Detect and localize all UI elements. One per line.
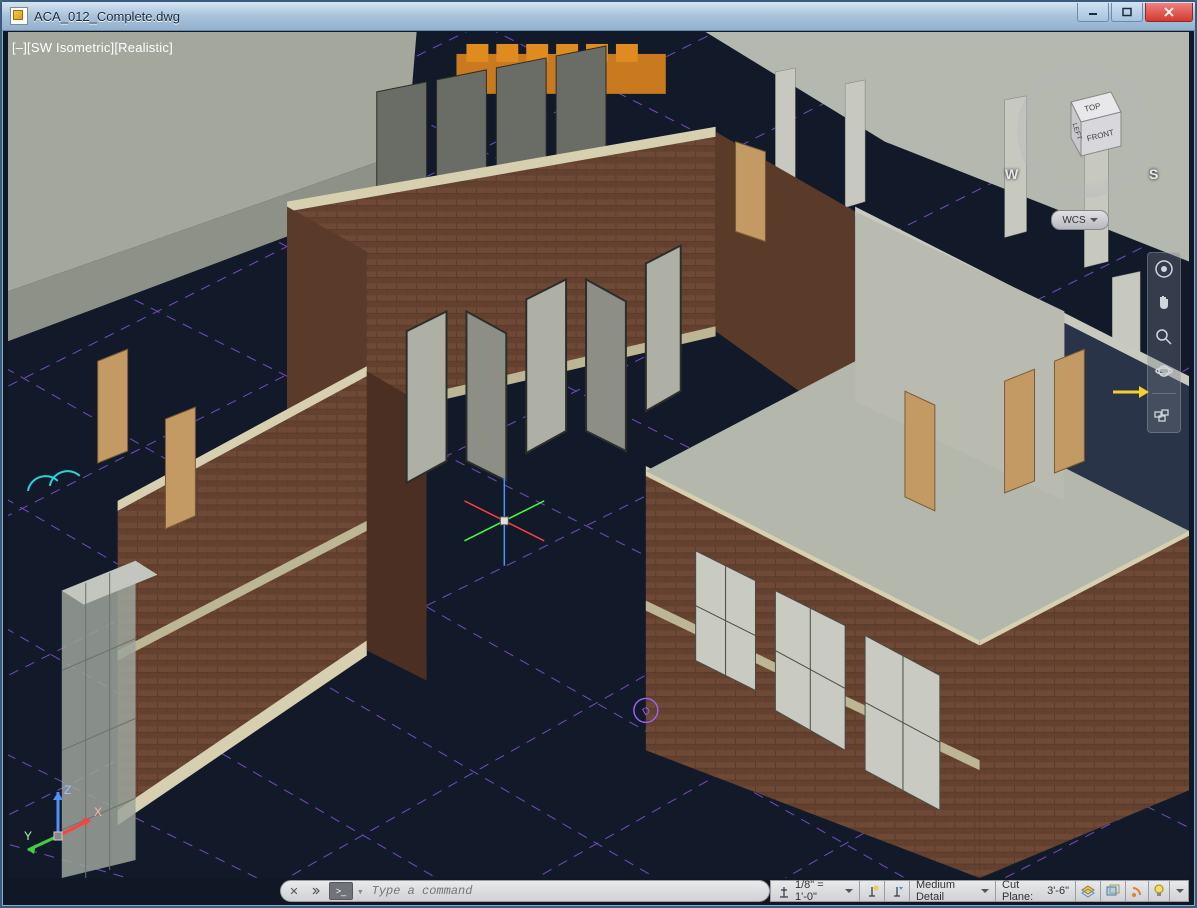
- tray-surface-icon[interactable]: [1101, 880, 1126, 902]
- ucs-icon[interactable]: X Y Z: [20, 778, 110, 868]
- viewcube-container: W S TOP LEFT FRONT WCS: [999, 46, 1169, 216]
- cut-plane-value: 3'-6": [1047, 885, 1069, 897]
- detail-level-value: Medium Detail: [916, 879, 975, 903]
- nav-full-wheel-icon[interactable]: [1152, 257, 1176, 281]
- minimize-button[interactable]: [1077, 3, 1109, 22]
- viewport-controls[interactable]: [–][SW Isometric][Realistic]: [12, 40, 173, 55]
- compass-south[interactable]: S: [1149, 166, 1158, 182]
- svg-text:X: X: [94, 805, 102, 819]
- tray-bulb-icon[interactable]: [1149, 880, 1170, 902]
- scale-icon: [777, 883, 791, 899]
- wcs-dropdown[interactable]: WCS: [1051, 210, 1109, 230]
- annotation-toggle-2[interactable]: [885, 880, 910, 902]
- viewport-label-text[interactable]: [–][SW Isometric][Realistic]: [12, 40, 173, 55]
- command-close-icon[interactable]: ✕: [285, 883, 303, 899]
- nav-pan-icon[interactable]: [1152, 291, 1176, 315]
- svg-text:Z: Z: [64, 783, 71, 797]
- tray-layer-icon[interactable]: [1076, 880, 1101, 902]
- tray-expand-icon[interactable]: [1170, 880, 1189, 902]
- maximize-button[interactable]: [1111, 3, 1143, 22]
- close-button[interactable]: [1145, 3, 1193, 22]
- nav-arrow-icon[interactable]: [1111, 382, 1151, 402]
- cut-plane-label: Cut Plane:: [1002, 879, 1043, 903]
- compass-west[interactable]: W: [1005, 166, 1018, 182]
- app-icon: [10, 7, 28, 25]
- title-bar: ACA_012_Complete.dwg: [2, 2, 1195, 31]
- scale-value: 1/8" = 1'-0": [795, 879, 839, 903]
- annotation-auto-icon: [864, 883, 880, 899]
- scale-panel[interactable]: 1/8" = 1'-0": [770, 880, 860, 902]
- nav-orbit-icon[interactable]: [1152, 359, 1176, 383]
- navigation-bar: [1147, 252, 1181, 433]
- status-bar: ✕ >_ ▾ 1/8" = 1'-0": [8, 880, 1189, 902]
- command-options-icon[interactable]: [307, 883, 325, 899]
- window-title: ACA_012_Complete.dwg: [34, 9, 180, 24]
- command-line: ✕ >_ ▾: [280, 880, 770, 902]
- viewcube[interactable]: TOP LEFT FRONT: [1053, 84, 1131, 162]
- command-prompt-icon[interactable]: >_: [329, 882, 353, 900]
- svg-text:Y: Y: [24, 829, 32, 843]
- cut-plane-panel[interactable]: Cut Plane: 3'-6": [996, 880, 1076, 902]
- tray-rss-icon[interactable]: [1126, 880, 1149, 902]
- drawing-viewport[interactable]: D [–][SW Isometric][Realistic] W S: [8, 32, 1189, 878]
- command-input[interactable]: [368, 884, 765, 898]
- nav-zoom-icon[interactable]: [1152, 325, 1176, 349]
- annotation-visibility-icon: [889, 883, 905, 899]
- detail-level-panel[interactable]: Medium Detail: [910, 880, 996, 902]
- annotation-toggle-1[interactable]: [860, 880, 885, 902]
- nav-showmotion-icon[interactable]: [1152, 404, 1176, 428]
